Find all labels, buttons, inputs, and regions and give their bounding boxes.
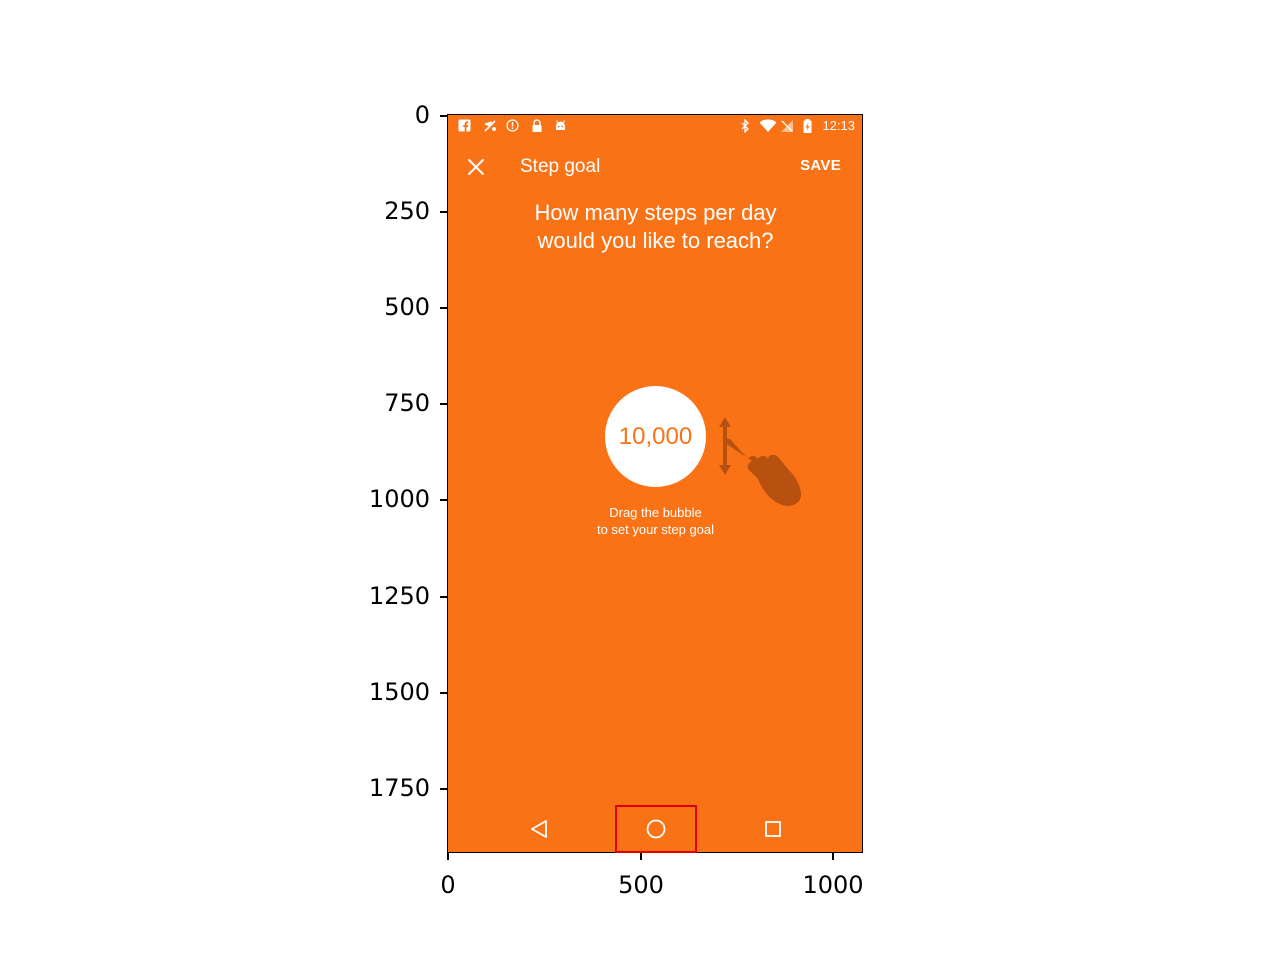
- y-tick-label: 1250: [368, 582, 430, 610]
- y-tick-label: 750: [384, 389, 430, 417]
- y-tick-mark: [440, 115, 447, 117]
- status-time: 12:13: [822, 118, 855, 133]
- status-bar: 12:13: [448, 115, 863, 137]
- y-tick-mark: [440, 403, 447, 405]
- back-button[interactable]: [509, 805, 569, 853]
- x-tick-label: 500: [618, 871, 664, 899]
- x-tick-label: 0: [440, 871, 456, 899]
- facebook-icon: [458, 119, 471, 132]
- hint-line-1: Drag the bubble: [609, 505, 702, 520]
- question-line-2: would you like to reach?: [537, 228, 774, 253]
- question-text: How many steps per day would you like to…: [448, 199, 863, 255]
- y-tick-mark: [440, 788, 447, 790]
- back-icon: [509, 820, 569, 853]
- question-line-1: How many steps per day: [534, 200, 777, 225]
- step-goal-bubble[interactable]: 10,000: [605, 386, 706, 487]
- bluetooth-icon: [738, 118, 751, 134]
- status-right-icons: 12:13: [738, 118, 855, 134]
- close-button[interactable]: [462, 153, 490, 181]
- save-button[interactable]: SAVE: [800, 157, 841, 174]
- y-tick-mark: [440, 692, 447, 694]
- wifi-icon: [759, 119, 777, 132]
- drag-hint: Drag the bubble to set your step goal: [448, 504, 863, 538]
- phone-screen: 12:13 Step goal SAVE How many steps per …: [448, 115, 863, 853]
- status-left-icons: [458, 119, 567, 132]
- home-icon: [626, 819, 686, 853]
- close-icon: [462, 159, 490, 184]
- toolbar: Step goal SAVE: [448, 145, 863, 189]
- y-tick-label: 1750: [368, 774, 430, 802]
- y-tick-label: 500: [384, 293, 430, 321]
- y-tick-label: 1000: [368, 485, 430, 513]
- hint-line-2: to set your step goal: [596, 522, 715, 537]
- y-tick-mark: [440, 499, 447, 501]
- figure: 12:13 Step goal SAVE How many steps per …: [0, 0, 1280, 960]
- x-tick-mark: [447, 853, 449, 860]
- no-location-icon: [482, 119, 496, 132]
- y-tick-label: 1500: [368, 678, 430, 706]
- android-icon: [554, 119, 567, 132]
- nav-bar: [448, 805, 863, 853]
- battery-charging-icon: [801, 119, 814, 133]
- drag-hand-icon: [712, 413, 804, 511]
- y-tick-mark: [440, 596, 447, 598]
- step-goal-value: 10,000: [618, 422, 693, 450]
- y-tick-label: 250: [384, 197, 430, 225]
- x-tick-mark: [640, 853, 642, 860]
- recents-button[interactable]: [743, 805, 803, 853]
- x-tick-label: 1000: [802, 871, 864, 899]
- y-tick-mark: [440, 307, 447, 309]
- page-title: Step goal: [520, 156, 601, 177]
- recents-icon: [743, 821, 803, 853]
- x-tick-mark: [832, 853, 834, 860]
- lock-icon: [530, 119, 543, 132]
- y-tick-mark: [440, 211, 447, 213]
- y-tick-label: 0: [414, 101, 430, 129]
- home-button[interactable]: [626, 805, 686, 853]
- info-icon: [506, 119, 519, 132]
- no-signal-icon: [780, 119, 794, 132]
